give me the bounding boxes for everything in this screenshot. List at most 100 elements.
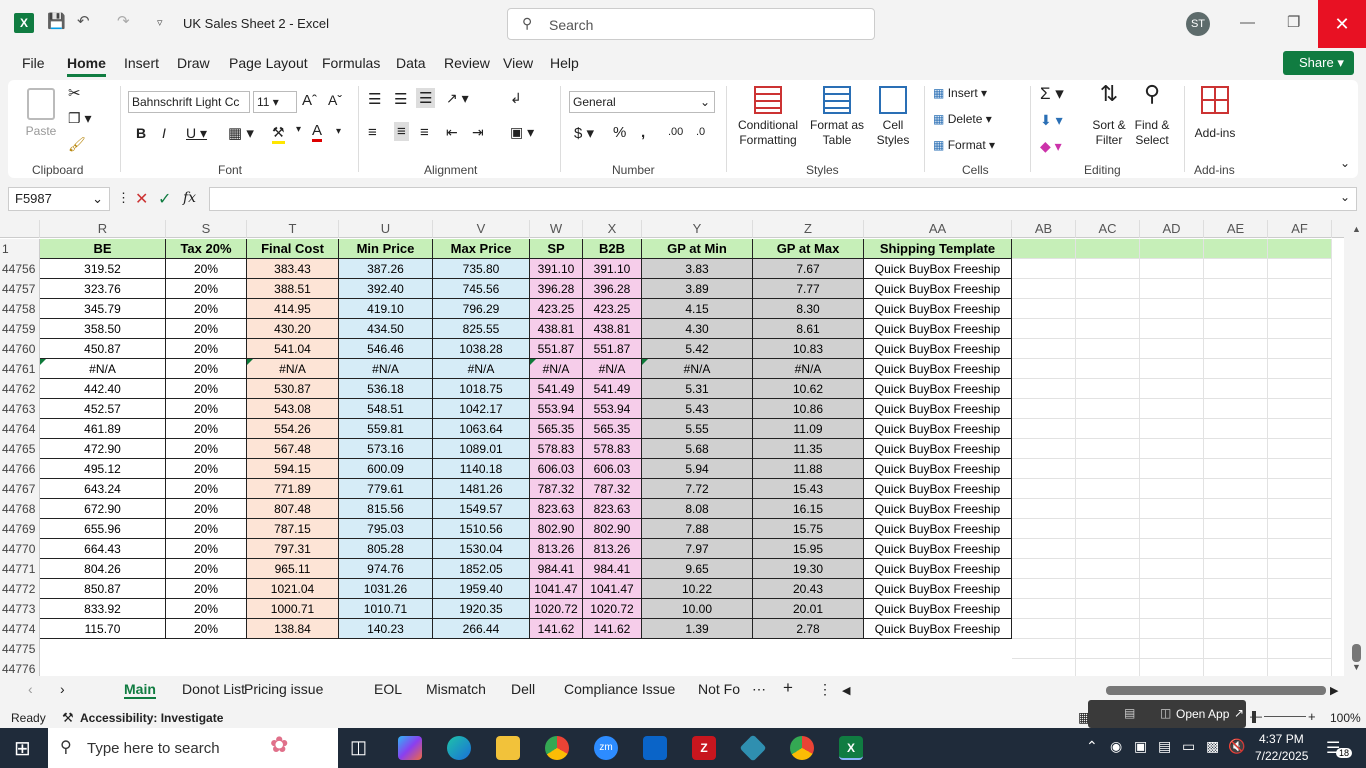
- empty-cell[interactable]: [1076, 239, 1140, 259]
- cell[interactable]: #N/A: [753, 359, 864, 379]
- empty-cell[interactable]: [1268, 459, 1332, 479]
- cell[interactable]: 974.76: [339, 559, 433, 579]
- empty-cell[interactable]: [1140, 379, 1204, 399]
- cell[interactable]: 1041.47: [583, 579, 642, 599]
- decrease-font-icon[interactable]: Aˇ: [328, 92, 342, 108]
- cell[interactable]: 396.28: [583, 279, 642, 299]
- empty-cell[interactable]: [1140, 239, 1204, 259]
- empty-cell[interactable]: [1268, 599, 1332, 619]
- tab-file[interactable]: File: [22, 55, 45, 71]
- cell[interactable]: 20%: [166, 259, 247, 279]
- search-box[interactable]: ⚲ Search: [507, 8, 875, 40]
- empty-cell[interactable]: [1204, 259, 1268, 279]
- cell[interactable]: Quick BuyBox Freeship: [864, 259, 1012, 279]
- empty-cell[interactable]: [1204, 579, 1268, 599]
- cell[interactable]: SP: [530, 239, 583, 259]
- cell[interactable]: GP at Max: [753, 239, 864, 259]
- cell[interactable]: 536.18: [339, 379, 433, 399]
- cell[interactable]: 1959.40: [433, 579, 530, 599]
- empty-cell[interactable]: [1140, 299, 1204, 319]
- cell[interactable]: Tax 20%: [166, 239, 247, 259]
- column-header-x[interactable]: X: [583, 220, 642, 238]
- add-ins-button[interactable]: Add-ins: [1192, 86, 1238, 141]
- save-icon[interactable]: 💾: [47, 12, 66, 30]
- open-app-tooltip[interactable]: ▤ ◫ Open App ↗: [1088, 700, 1246, 728]
- cell[interactable]: 438.81: [530, 319, 583, 339]
- cell[interactable]: 553.94: [583, 399, 642, 419]
- align-center-icon[interactable]: ≡: [394, 122, 409, 141]
- empty-cell[interactable]: [1076, 379, 1140, 399]
- cell[interactable]: 20%: [166, 399, 247, 419]
- empty-cell[interactable]: [1140, 359, 1204, 379]
- cell[interactable]: 20%: [166, 319, 247, 339]
- row-header[interactable]: 44759: [0, 319, 40, 339]
- empty-cell[interactable]: [1012, 299, 1076, 319]
- chrome-icon[interactable]: [545, 736, 569, 760]
- cell[interactable]: 323.76: [40, 279, 166, 299]
- cell[interactable]: 1.39: [642, 619, 753, 639]
- cell[interactable]: 392.40: [339, 279, 433, 299]
- row-header[interactable]: 44768: [0, 499, 40, 519]
- fill-color-icon[interactable]: ⚒: [272, 124, 285, 144]
- empty-cell[interactable]: [1204, 279, 1268, 299]
- cell[interactable]: 823.63: [583, 499, 642, 519]
- cell[interactable]: #N/A: [247, 359, 339, 379]
- empty-cell[interactable]: [1204, 319, 1268, 339]
- row-header[interactable]: 44757: [0, 279, 40, 299]
- tab-review[interactable]: Review: [444, 55, 490, 71]
- orientation-icon[interactable]: ↗ ▾: [446, 90, 469, 107]
- format-as-table-button[interactable]: Format as Table: [808, 86, 866, 148]
- cell[interactable]: 10.62: [753, 379, 864, 399]
- cell[interactable]: 1510.56: [433, 519, 530, 539]
- cell[interactable]: 664.43: [40, 539, 166, 559]
- cell[interactable]: 7.72: [642, 479, 753, 499]
- empty-cell[interactable]: [1012, 519, 1076, 539]
- empty-cell[interactable]: [1076, 319, 1140, 339]
- cell[interactable]: 1530.04: [433, 539, 530, 559]
- column-header-t[interactable]: T: [247, 220, 339, 238]
- cell[interactable]: 965.11: [247, 559, 339, 579]
- empty-cell[interactable]: [1076, 579, 1140, 599]
- cell[interactable]: 8.61: [753, 319, 864, 339]
- cell[interactable]: 1010.71: [339, 599, 433, 619]
- empty-cell[interactable]: [1204, 439, 1268, 459]
- cell[interactable]: 825.55: [433, 319, 530, 339]
- column-header-y[interactable]: Y: [642, 220, 753, 238]
- cell[interactable]: 553.94: [530, 399, 583, 419]
- next-sheet-icon[interactable]: ›: [60, 681, 65, 697]
- cell[interactable]: 779.61: [339, 479, 433, 499]
- empty-cell[interactable]: [1076, 559, 1140, 579]
- cell[interactable]: 319.52: [40, 259, 166, 279]
- empty-cell[interactable]: [1204, 619, 1268, 639]
- maximize-icon[interactable]: ❐: [1287, 13, 1300, 31]
- empty-cell[interactable]: [1204, 399, 1268, 419]
- customize-toolbar-icon[interactable]: ▿: [157, 16, 163, 29]
- row-header[interactable]: 44765: [0, 439, 40, 459]
- empty-cell[interactable]: [1076, 619, 1140, 639]
- cell[interactable]: 2.78: [753, 619, 864, 639]
- tray-record-icon[interactable]: ◉: [1110, 738, 1122, 755]
- cell[interactable]: 20%: [166, 479, 247, 499]
- cell[interactable]: 141.62: [530, 619, 583, 639]
- empty-cell[interactable]: [1140, 259, 1204, 279]
- scroll-up-icon[interactable]: ▲: [1352, 224, 1361, 234]
- cell[interactable]: Quick BuyBox Freeship: [864, 479, 1012, 499]
- cell[interactable]: 345.79: [40, 299, 166, 319]
- empty-cell[interactable]: [1076, 419, 1140, 439]
- cell[interactable]: 5.31: [642, 379, 753, 399]
- font-name-select[interactable]: Bahnschrift Light Cc: [128, 91, 250, 113]
- column-header-r[interactable]: R: [40, 220, 166, 238]
- empty-cell[interactable]: [1268, 619, 1332, 639]
- cell[interactable]: 452.57: [40, 399, 166, 419]
- redo-icon[interactable]: ↷: [117, 12, 130, 30]
- scroll-thumb[interactable]: [1352, 644, 1361, 662]
- cell[interactable]: 11.09: [753, 419, 864, 439]
- cell[interactable]: 438.81: [583, 319, 642, 339]
- cell[interactable]: 1140.18: [433, 459, 530, 479]
- cell[interactable]: 9.65: [642, 559, 753, 579]
- cell[interactable]: 7.88: [642, 519, 753, 539]
- cell[interactable]: 358.50: [40, 319, 166, 339]
- edge-icon[interactable]: [447, 736, 471, 760]
- cell[interactable]: 578.83: [530, 439, 583, 459]
- row-header[interactable]: 44764: [0, 419, 40, 439]
